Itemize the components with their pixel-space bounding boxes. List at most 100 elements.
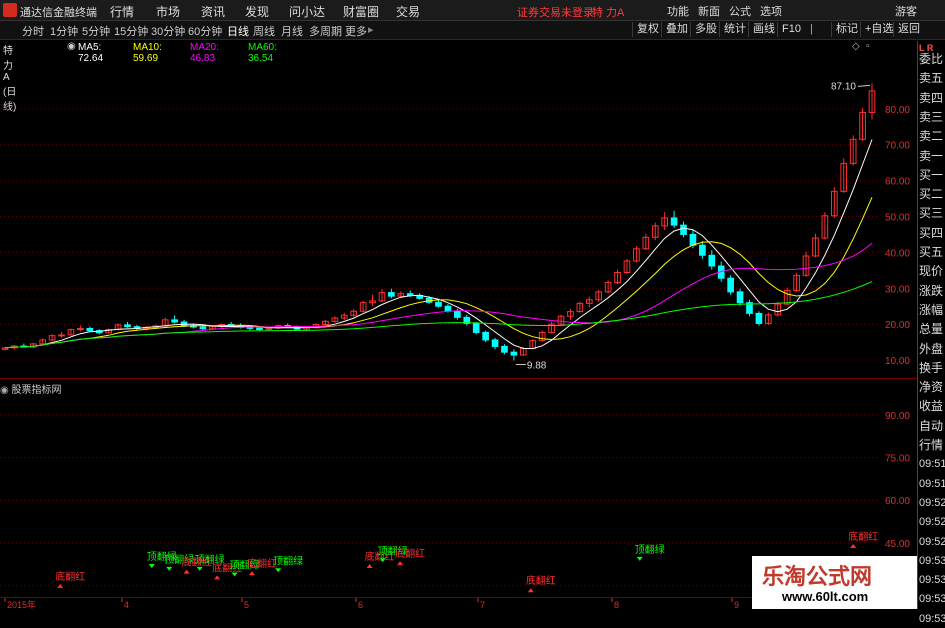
side-panel-item-0[interactable]: 委比 bbox=[919, 51, 945, 68]
candle-41 bbox=[388, 288, 395, 299]
menu-hangqing[interactable]: 行情 bbox=[110, 3, 134, 20]
signal-label-13: 顶翻绿 bbox=[635, 543, 665, 556]
candle-51 bbox=[482, 330, 489, 343]
more-arrow-icon[interactable]: ▸ bbox=[368, 23, 374, 36]
fuquan-button[interactable]: 复权 bbox=[632, 22, 659, 37]
side-panel-item-26[interactable]: 09:53 bbox=[919, 553, 945, 570]
menu-bar: 通达信金融终端 行情 市场 资讯 发现 问小达 财富圈 交易 证券交易未登录 特… bbox=[0, 0, 945, 21]
side-panel-item-17[interactable]: 净资 bbox=[919, 379, 945, 396]
side-panel-item-22[interactable]: 09:51 bbox=[919, 476, 945, 493]
tab-period-day[interactable]: 日线 bbox=[227, 23, 249, 39]
back-button[interactable]: 返回 bbox=[893, 22, 920, 37]
user-guest[interactable]: 游客 bbox=[895, 3, 917, 19]
tongji-button[interactable]: 统计 bbox=[719, 22, 746, 37]
candle-body bbox=[58, 334, 65, 337]
side-panel-item-18[interactable]: 收益 bbox=[919, 398, 945, 415]
menu-banmian[interactable]: 新面 bbox=[698, 3, 720, 19]
candle-34 bbox=[322, 319, 329, 326]
huaxian-button[interactable]: 画线 bbox=[748, 22, 775, 37]
side-panel-item-16[interactable]: 换手 bbox=[919, 360, 945, 377]
menu-gongneng[interactable]: 功能 bbox=[667, 3, 689, 19]
tab-period-more[interactable]: 更多 bbox=[345, 23, 367, 39]
menu-zixun[interactable]: 资讯 bbox=[201, 3, 225, 20]
down-arrow-icon bbox=[636, 556, 643, 561]
candle-60 bbox=[567, 308, 574, 320]
menu-shichang[interactable]: 市场 bbox=[156, 3, 180, 20]
add-watchlist-button[interactable]: +自选 bbox=[860, 22, 893, 37]
sub-y-tick-1: 45.00 bbox=[885, 539, 910, 550]
side-panel-item-23[interactable]: 09:52 bbox=[919, 495, 945, 512]
sub-y-tick-4: 90.00 bbox=[885, 411, 910, 422]
period-toolbar: 分时 1分钟 5分钟 15分钟 30分钟 60分钟 日线 周线 月线 多周期 更… bbox=[0, 21, 945, 40]
candle-37 bbox=[350, 309, 358, 317]
side-panel-item-27[interactable]: 09:53 bbox=[919, 572, 945, 589]
candle-57 bbox=[538, 330, 546, 342]
side-panel-item-29[interactable]: 09:53 bbox=[919, 611, 945, 628]
chart-diamond-icon[interactable]: ◇ bbox=[852, 41, 860, 52]
menu-caifuquan[interactable]: 财富圈 bbox=[343, 3, 379, 20]
up-arrow-icon bbox=[397, 561, 404, 566]
side-panel-item-8[interactable]: 买三 bbox=[919, 205, 945, 222]
candle-11 bbox=[105, 328, 112, 334]
duogu-button[interactable]: 多股 bbox=[690, 22, 717, 37]
side-panel-item-21[interactable]: 09:51 bbox=[919, 456, 945, 473]
menu-wenxiaoda[interactable]: 问小达 bbox=[289, 3, 325, 20]
candlestick-chart[interactable]: 10.00 20.00 30.00 40.00 50.00 60.00 70.00 80.00… bbox=[0, 55, 917, 378]
tab-period-60min[interactable]: 60分钟 bbox=[188, 23, 222, 39]
tab-period-week[interactable]: 周线 bbox=[253, 23, 275, 39]
side-panel-item-14[interactable]: 总量 bbox=[919, 321, 945, 338]
tab-period-1min[interactable]: 1分钟 bbox=[50, 23, 78, 39]
settings-gear-icon[interactable]: ◉ bbox=[67, 41, 76, 52]
tab-period-15min[interactable]: 15分钟 bbox=[114, 23, 148, 39]
login-warning[interactable]: 证券交易未登录 bbox=[517, 4, 594, 20]
tab-period-30min[interactable]: 30分钟 bbox=[151, 23, 185, 39]
low-annotation: 9.88 bbox=[527, 360, 547, 371]
tab-period-multi[interactable]: 多周期 bbox=[309, 23, 342, 39]
candle-body bbox=[444, 305, 452, 312]
tab-period-5min[interactable]: 5分钟 bbox=[82, 23, 110, 39]
candle-84 bbox=[793, 273, 800, 292]
side-panel-item-4[interactable]: 卖二 bbox=[919, 128, 945, 145]
side-panel-item-10[interactable]: 买五 bbox=[919, 244, 945, 261]
candle-body bbox=[501, 345, 508, 353]
side-panel-item-24[interactable]: 09:52 bbox=[919, 514, 945, 531]
menu-gongshi[interactable]: 公式 bbox=[729, 3, 751, 19]
candle-body bbox=[736, 291, 744, 304]
side-panel-item-20[interactable]: 行情 bbox=[919, 437, 945, 454]
chart-window-icon[interactable]: ▫ bbox=[866, 41, 870, 52]
side-panel-item-6[interactable]: 买一 bbox=[919, 167, 945, 184]
tab-period-fenshi[interactable]: 分时 bbox=[22, 23, 44, 39]
side-panel-item-5[interactable]: 卖一 bbox=[919, 148, 945, 165]
side-panel-item-19[interactable]: 自动 bbox=[919, 418, 945, 435]
side-panel-item-11[interactable]: 现价 bbox=[919, 263, 945, 280]
side-panel-item-15[interactable]: 外盘 bbox=[919, 341, 945, 358]
y-tick-0: 10.00 bbox=[885, 356, 910, 367]
signal-11: 底翻红 bbox=[395, 547, 425, 566]
watermark-title: 乐淘公式网 bbox=[762, 565, 873, 590]
candle-89 bbox=[840, 158, 848, 193]
side-panel-item-13[interactable]: 涨幅 bbox=[919, 302, 945, 319]
side-panel-item-12[interactable]: 涨跌 bbox=[919, 283, 945, 300]
up-arrow-icon bbox=[527, 588, 534, 593]
signal-13: 顶翻绿 bbox=[635, 543, 665, 561]
candle-body bbox=[491, 339, 499, 347]
menu-xuanxiang[interactable]: 选项 bbox=[760, 3, 782, 19]
high-pointer bbox=[857, 84, 871, 87]
side-panel-item-1[interactable]: 卖五 bbox=[919, 70, 945, 87]
candle-64 bbox=[604, 280, 612, 294]
side-panel-item-28[interactable]: 09:53 bbox=[919, 591, 945, 608]
menu-jiaoyi[interactable]: 交易 bbox=[396, 3, 420, 20]
side-panel-item-7[interactable]: 买二 bbox=[919, 186, 945, 203]
f10-button[interactable]: F10 bbox=[777, 22, 801, 37]
tab-period-month[interactable]: 月线 bbox=[281, 23, 303, 39]
candle-body bbox=[510, 351, 518, 356]
side-panel-item-3[interactable]: 卖三 bbox=[919, 109, 945, 126]
biaoji-button[interactable]: 标记 bbox=[831, 22, 858, 37]
side-panel-item-25[interactable]: 09:52 bbox=[919, 534, 945, 551]
side-panel-item-2[interactable]: 卖四 bbox=[919, 90, 945, 107]
menu-faxian[interactable]: 发现 bbox=[245, 3, 269, 20]
side-panel-item-9[interactable]: 买四 bbox=[919, 225, 945, 242]
candle-58 bbox=[548, 322, 555, 334]
diejia-button[interactable]: 叠加 bbox=[661, 22, 688, 37]
candle-body bbox=[454, 310, 461, 318]
